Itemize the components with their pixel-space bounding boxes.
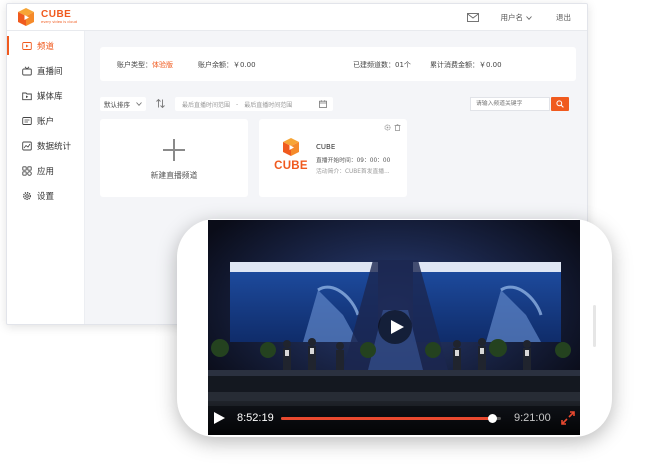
account-stats-panel: 账户类型：体验版 账户余额：￥0.00 已建频道数：01个 累计消费金额：￥0.… bbox=[100, 47, 576, 81]
sidebar-item-live-room[interactable]: 直播间 bbox=[7, 58, 84, 83]
sidebar-item-label: 直播间 bbox=[37, 66, 63, 77]
sidebar-item-label: 媒体库 bbox=[37, 91, 63, 102]
channel-start-time: 直播开始时间：09：00：00 bbox=[316, 158, 391, 164]
account-icon bbox=[22, 116, 32, 125]
search-icon bbox=[556, 100, 564, 108]
cube-logo-icon bbox=[18, 8, 34, 26]
filter-bar: 默认排序 最后直播时间范围 - 最后直播时间范围 bbox=[100, 97, 576, 113]
total-spent-stat: 累计消费金额：￥0.00 bbox=[430, 61, 502, 69]
date-range-picker[interactable]: 最后直播时间范围 - 最后直播时间范围 bbox=[175, 97, 333, 111]
date-range-separator: - bbox=[236, 100, 239, 108]
mail-icon[interactable] bbox=[466, 13, 479, 22]
sidebar-item-media-library[interactable]: 媒体库 bbox=[7, 83, 84, 108]
cube-logo-icon bbox=[283, 138, 299, 156]
start-date-placeholder: 最后直播时间范围 bbox=[182, 101, 231, 109]
logout-link[interactable]: 退出 bbox=[556, 12, 571, 23]
total-time: 9:21:00 bbox=[514, 412, 551, 424]
trash-icon[interactable] bbox=[394, 124, 401, 131]
settings-icon bbox=[23, 191, 31, 200]
new-channel-label: 新建直播频道 bbox=[150, 171, 198, 180]
sort-select-value: 默认排序 bbox=[104, 101, 130, 109]
channel-logo-text: CUBE bbox=[274, 160, 308, 172]
logo-tagline: every video is cloud bbox=[41, 19, 77, 24]
sidebar-item-settings[interactable]: 设置 bbox=[7, 183, 84, 208]
apps-icon bbox=[22, 165, 32, 176]
progress-fill bbox=[281, 417, 493, 420]
account-type-label: 账户类型： bbox=[117, 61, 152, 69]
chevron-down-icon bbox=[526, 15, 532, 20]
new-channel-card[interactable]: 新建直播频道 bbox=[100, 119, 248, 197]
balance-stat: 账户余额：￥0.00 bbox=[198, 61, 256, 69]
play-icon bbox=[390, 320, 404, 334]
sidebar-item-label: 账户 bbox=[37, 116, 55, 127]
account-type-stat: 账户类型：体验版 bbox=[117, 60, 173, 70]
statistics-icon bbox=[22, 141, 32, 150]
sidebar-item-label: 数据统计 bbox=[37, 141, 72, 152]
gear-icon[interactable] bbox=[384, 124, 391, 131]
user-menu[interactable]: 用户名 bbox=[501, 12, 533, 23]
top-bar: CUBE every video is cloud 用户名 退出 bbox=[7, 4, 587, 31]
phone-speaker bbox=[593, 305, 596, 347]
channel-logo: CUBE bbox=[274, 137, 308, 179]
account-type-value: 体验版 bbox=[152, 61, 173, 69]
play-overlay-button[interactable] bbox=[378, 310, 412, 344]
logo-name: CUBE bbox=[41, 8, 72, 20]
sidebar-item-label: 应用 bbox=[37, 166, 55, 177]
player-controls: 8:52:19 9:21:00 bbox=[208, 401, 580, 435]
channel-card[interactable]: CUBE CUBE 直播开始时间：09：00：00 活动简介：CUBE首发直播.… bbox=[259, 119, 407, 197]
channel-description: 活动简介：CUBE首发直播... bbox=[316, 169, 390, 175]
media-library-icon bbox=[22, 92, 32, 100]
plus-icon bbox=[163, 139, 185, 161]
chevron-down-icon bbox=[136, 102, 142, 106]
calendar-icon bbox=[319, 100, 327, 108]
current-time: 8:52:19 bbox=[237, 412, 274, 424]
play-icon[interactable] bbox=[212, 411, 226, 425]
channel-count-stat: 已建频道数：01个 bbox=[353, 61, 411, 69]
progress-bar[interactable] bbox=[281, 414, 501, 423]
video-player[interactable]: 8:52:19 9:21:00 bbox=[208, 220, 580, 435]
fullscreen-icon[interactable] bbox=[560, 410, 576, 426]
sidebar-item-label: 设置 bbox=[37, 191, 55, 202]
live-room-icon bbox=[22, 65, 32, 75]
username-label: 用户名 bbox=[500, 13, 524, 22]
end-date-placeholder: 最后直播时间范围 bbox=[244, 101, 293, 109]
sidebar-item-channels[interactable]: 频道 bbox=[7, 33, 84, 58]
channel-title: CUBE bbox=[316, 143, 336, 151]
sidebar: 频道 直播间 媒体库 账户 数据统计 应用 设置 bbox=[7, 31, 85, 324]
sort-order-icon[interactable] bbox=[155, 98, 166, 109]
search-button[interactable] bbox=[551, 97, 569, 111]
channel-search-input[interactable] bbox=[470, 97, 550, 111]
progress-handle[interactable] bbox=[487, 414, 497, 423]
channel-icon bbox=[22, 41, 32, 50]
sidebar-item-statistics[interactable]: 数据统计 bbox=[7, 133, 84, 158]
sidebar-item-apps[interactable]: 应用 bbox=[7, 158, 84, 183]
sort-select[interactable]: 默认排序 bbox=[100, 97, 146, 111]
sidebar-item-account[interactable]: 账户 bbox=[7, 108, 84, 133]
app-logo[interactable]: CUBE every video is cloud bbox=[16, 7, 77, 27]
sidebar-item-label: 频道 bbox=[37, 41, 55, 52]
